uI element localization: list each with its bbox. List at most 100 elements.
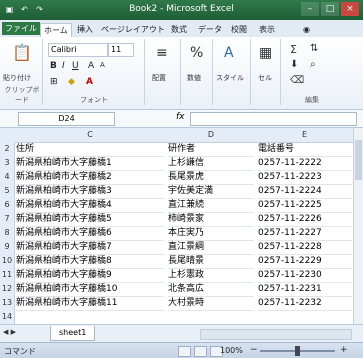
tab-review[interactable]: 校閲 bbox=[228, 23, 250, 36]
horizontal-scrollbar[interactable] bbox=[200, 329, 352, 340]
maximize-icon[interactable]: □ bbox=[321, 2, 339, 16]
cell-phone[interactable]: 0257-11-2224 bbox=[258, 184, 352, 199]
select-all-corner[interactable] bbox=[0, 128, 15, 143]
styles-icon[interactable]: A bbox=[224, 45, 234, 61]
cell-name[interactable]: 直江景綱 bbox=[168, 240, 254, 255]
cell-name[interactable]: 北条高広 bbox=[168, 282, 254, 297]
align-icon[interactable]: ≡ bbox=[156, 45, 168, 61]
cell-address[interactable]: 住所 bbox=[16, 142, 164, 157]
row-header[interactable]: 5 bbox=[0, 184, 15, 199]
cell-name[interactable]: 上杉謙信 bbox=[168, 156, 254, 171]
cell-name[interactable]: 柿崎景家 bbox=[168, 212, 254, 227]
cell-name[interactable]: 上杉憲政 bbox=[168, 268, 254, 283]
column-header-c[interactable]: C bbox=[14, 128, 167, 143]
row-header[interactable]: 3 bbox=[0, 156, 15, 171]
tab-data[interactable]: データ bbox=[195, 23, 225, 36]
cell-address[interactable]: 新潟県柏崎市大字藤橋8 bbox=[16, 254, 164, 269]
cell-phone[interactable]: 0257-11-2232 bbox=[258, 296, 352, 311]
tab-home[interactable]: ホーム bbox=[40, 23, 72, 37]
sum-icon[interactable]: Σ bbox=[290, 43, 297, 56]
font-color-icon[interactable]: A bbox=[86, 77, 93, 87]
zoom-level[interactable]: 100% bbox=[220, 346, 243, 355]
cell-phone[interactable]: 0257-11-2230 bbox=[258, 268, 352, 283]
close-icon[interactable]: × bbox=[341, 2, 359, 16]
row-header[interactable]: 14 bbox=[0, 310, 15, 324]
cell-phone[interactable]: 0257-11-2231 bbox=[258, 282, 352, 297]
fill-color-icon[interactable]: ◆ bbox=[68, 77, 75, 87]
row-header[interactable]: 6 bbox=[0, 198, 15, 213]
cell-address[interactable]: 新潟県柏崎市大字藤橋9 bbox=[16, 268, 164, 283]
row-header[interactable]: 4 bbox=[0, 170, 15, 185]
column-header-e[interactable]: E bbox=[256, 128, 353, 143]
help-icon[interactable]: ◉ bbox=[300, 23, 313, 36]
cell-phone[interactable]: 0257-11-2228 bbox=[258, 240, 352, 255]
shrink-font-icon[interactable]: A bbox=[100, 61, 105, 69]
cell-phone[interactable] bbox=[258, 310, 352, 324]
worksheet-grid[interactable]: C D E 2 住所 研作者 電話番号 3 新潟県柏崎市大字藤橋1 上杉謙信 0257-11-… bbox=[0, 128, 353, 324]
cell-address[interactable] bbox=[16, 310, 164, 324]
cell-address[interactable]: 新潟県柏崎市大字藤橋4 bbox=[16, 198, 164, 213]
cell-name[interactable]: 大村景時 bbox=[168, 296, 254, 311]
find-icon[interactable]: ⌕ bbox=[310, 59, 316, 70]
font-name-select[interactable]: Calibri bbox=[48, 43, 108, 57]
cell-phone[interactable]: 0257-11-2223 bbox=[258, 170, 352, 185]
fill-icon[interactable]: ⬇ bbox=[290, 59, 298, 70]
column-header-d[interactable]: D bbox=[166, 128, 257, 143]
sheet-nav-icon[interactable]: ◀ ▶ bbox=[3, 328, 16, 336]
row-header[interactable]: 8 bbox=[0, 226, 15, 241]
scroll-thumb[interactable] bbox=[355, 140, 362, 180]
sort-filter-icon[interactable]: ⇅ bbox=[310, 43, 318, 54]
cell-address[interactable]: 新潟県柏崎市大字藤橋6 bbox=[16, 226, 164, 241]
number-button[interactable]: 数値 bbox=[187, 73, 201, 83]
tab-view[interactable]: 表示 bbox=[256, 23, 278, 36]
cell-address[interactable]: 新潟県柏崎市大字藤橋7 bbox=[16, 240, 164, 255]
cells-button[interactable]: セル bbox=[258, 73, 272, 83]
cell-address[interactable]: 新潟県柏崎市大字藤橋2 bbox=[16, 170, 164, 185]
cell-name[interactable]: 長尾景虎 bbox=[168, 170, 254, 185]
cell-name[interactable]: 長尾晴景 bbox=[168, 254, 254, 269]
name-box[interactable]: D24 bbox=[18, 112, 115, 126]
cell-address[interactable]: 新潟県柏崎市大字藤橋1 bbox=[16, 156, 164, 171]
paste-button[interactable]: 貼り付け bbox=[3, 73, 31, 83]
cell-address[interactable]: 新潟県柏崎市大字藤橋3 bbox=[16, 184, 164, 199]
border-icon[interactable]: ⊞ bbox=[50, 77, 58, 87]
zoom-slider[interactable] bbox=[260, 346, 335, 356]
sheet-tab[interactable]: sheet1 bbox=[50, 326, 96, 341]
cell-name[interactable]: 宇佐美定満 bbox=[168, 184, 254, 199]
page-layout-view-icon[interactable] bbox=[194, 346, 207, 357]
zoom-out-icon[interactable]: − bbox=[250, 345, 258, 355]
cells-icon[interactable]: ▦ bbox=[259, 45, 272, 61]
cell-address[interactable]: 新潟県柏崎市大字藤橋11 bbox=[16, 296, 164, 311]
row-header[interactable]: 10 bbox=[0, 254, 15, 269]
grow-font-icon[interactable]: A bbox=[88, 61, 94, 71]
cell-name[interactable]: 本庄実乃 bbox=[168, 226, 254, 241]
cell-name[interactable]: 研作者 bbox=[168, 142, 254, 157]
clear-icon[interactable]: ⌫ bbox=[290, 75, 304, 86]
vertical-scrollbar[interactable] bbox=[353, 128, 363, 324]
fx-icon[interactable]: fx bbox=[176, 112, 185, 122]
row-header[interactable]: 11 bbox=[0, 268, 15, 283]
cell-phone[interactable]: 0257-11-2222 bbox=[258, 156, 352, 171]
row-header[interactable]: 7 bbox=[0, 212, 15, 227]
zoom-in-icon[interactable]: + bbox=[340, 345, 348, 355]
cell-phone[interactable]: 0257-11-2226 bbox=[258, 212, 352, 227]
cell-phone[interactable]: 0257-11-2229 bbox=[258, 254, 352, 269]
row-header[interactable]: 9 bbox=[0, 240, 15, 255]
cell-address[interactable]: 新潟県柏崎市大字藤橋5 bbox=[16, 212, 164, 227]
zoom-knob[interactable] bbox=[295, 346, 300, 356]
paste-icon[interactable]: 📋 bbox=[12, 43, 32, 62]
font-size-select[interactable]: 11 bbox=[108, 43, 134, 57]
italic-button[interactable]: I bbox=[62, 61, 65, 71]
styles-button[interactable]: スタイル bbox=[216, 73, 244, 83]
alignment-button[interactable]: 配置 bbox=[152, 73, 166, 83]
bold-button[interactable]: B bbox=[50, 61, 57, 71]
row-header[interactable]: 13 bbox=[0, 296, 15, 311]
tab-insert[interactable]: 挿入 bbox=[74, 23, 96, 36]
cell-address[interactable]: 新潟県柏崎市大字藤橋10 bbox=[16, 282, 164, 297]
row-header[interactable]: 12 bbox=[0, 282, 15, 297]
cell-name[interactable] bbox=[168, 310, 254, 324]
row-header[interactable]: 2 bbox=[0, 142, 15, 157]
formula-input[interactable] bbox=[190, 112, 357, 126]
cell-phone[interactable]: 0257-11-2227 bbox=[258, 226, 352, 241]
normal-view-icon[interactable] bbox=[178, 346, 191, 357]
